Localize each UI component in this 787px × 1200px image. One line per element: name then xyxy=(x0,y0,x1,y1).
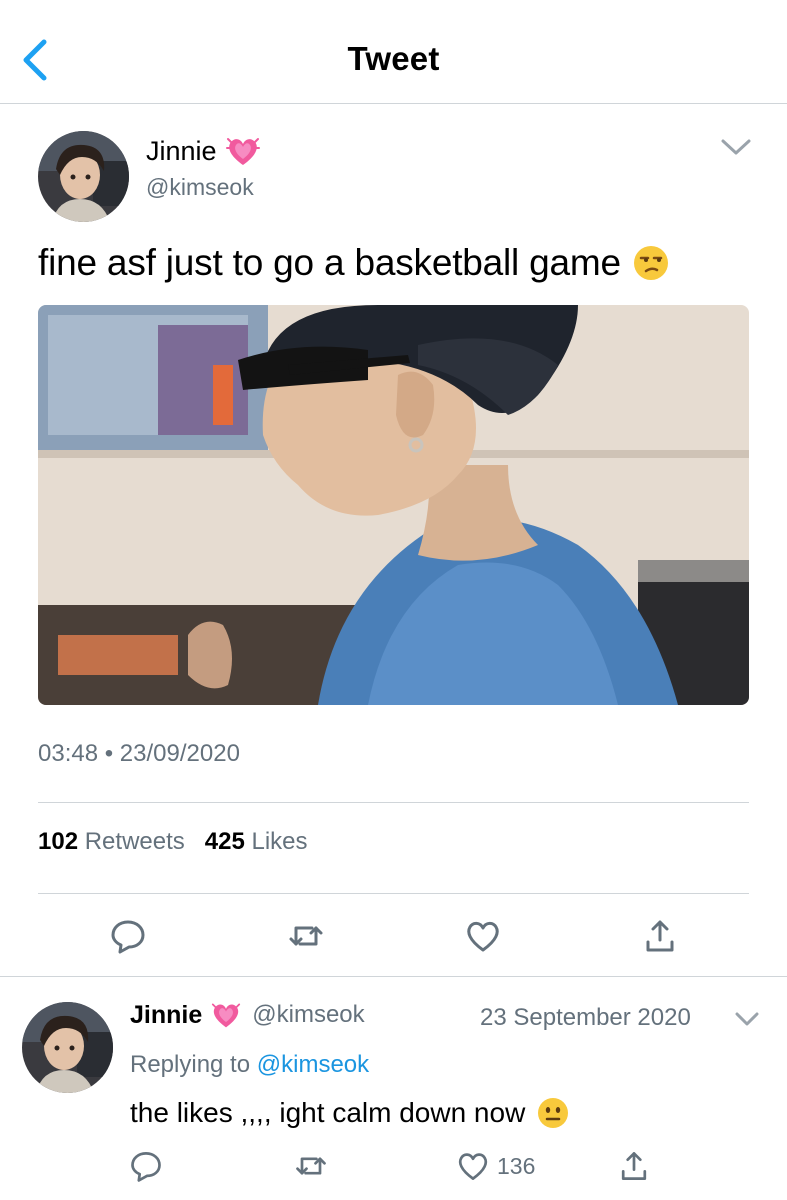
divider xyxy=(0,976,787,977)
retweets-label[interactable]: Retweets xyxy=(85,828,185,855)
reply-icon[interactable] xyxy=(128,1148,164,1184)
reply-text: the likes ,,,, ight calm down now xyxy=(130,1097,569,1129)
chevron-down-icon[interactable] xyxy=(720,136,752,158)
growing-heart-icon xyxy=(225,138,260,165)
divider xyxy=(38,893,749,894)
replying-to-label: Replying to xyxy=(130,1051,251,1078)
tweet-photo[interactable] xyxy=(38,305,749,705)
reply-like-count: 136 xyxy=(497,1153,536,1179)
tweet-stats: 102 Retweets 425 Likes xyxy=(38,828,308,856)
likes-label[interactable]: Likes xyxy=(252,828,308,855)
unamused-face-icon xyxy=(633,246,668,280)
tweet-body: fine asf just to go a basketball game xyxy=(38,242,621,283)
reply-body: the likes ,,,, ight calm down now xyxy=(130,1097,526,1128)
reply-author-name[interactable]: Jinnie xyxy=(130,1001,202,1030)
page-title: Tweet xyxy=(347,40,440,77)
retweet-icon[interactable] xyxy=(293,1148,329,1184)
likes-count[interactable]: 425 xyxy=(205,828,245,855)
top-bar: Tweet xyxy=(0,0,787,104)
divider xyxy=(38,802,749,803)
chevron-down-icon[interactable] xyxy=(734,1010,760,1028)
avatar[interactable] xyxy=(38,131,129,222)
tweet-text: fine asf just to go a basketball game xyxy=(38,242,669,284)
reply-date: 23 September 2020 xyxy=(480,1004,691,1031)
author-handle[interactable]: @kimseok xyxy=(146,174,254,201)
neutral-face-icon xyxy=(538,1098,569,1128)
retweet-icon[interactable] xyxy=(286,916,326,956)
reply-author-row: Jinnie @kimseok xyxy=(130,1000,365,1030)
reply-avatar[interactable] xyxy=(22,1002,113,1093)
author-display-name[interactable]: Jinnie xyxy=(146,136,217,167)
growing-heart-icon xyxy=(212,1003,241,1028)
author-name-row: Jinnie xyxy=(146,134,261,168)
replying-to-mention[interactable]: @kimseok xyxy=(257,1051,369,1078)
share-icon[interactable] xyxy=(616,1148,652,1184)
like-icon[interactable] xyxy=(463,916,503,956)
like-icon[interactable] xyxy=(455,1148,491,1184)
replying-to: Replying to @kimseok xyxy=(130,1051,369,1079)
retweets-count[interactable]: 102 xyxy=(38,828,78,855)
reply-author-handle[interactable]: @kimseok xyxy=(252,1001,364,1029)
share-icon[interactable] xyxy=(640,916,680,956)
tweet-timestamp: 03:48 • 23/09/2020 xyxy=(38,740,240,767)
reply-icon[interactable] xyxy=(108,916,148,956)
